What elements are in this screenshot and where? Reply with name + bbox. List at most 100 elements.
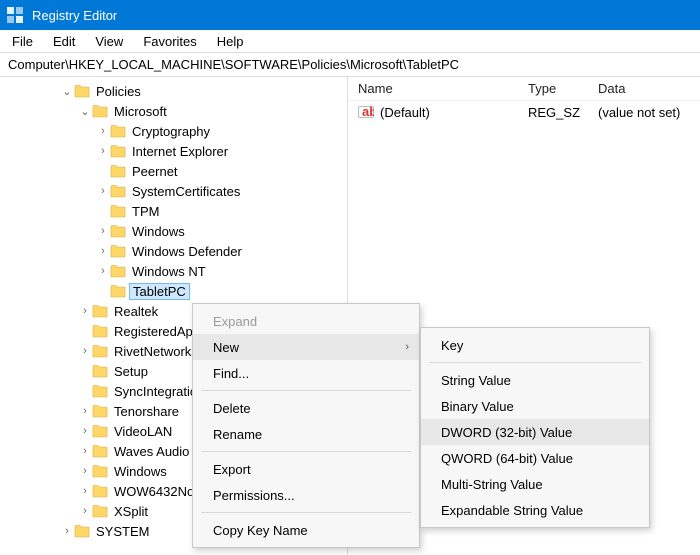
chevron-right-icon[interactable]: › <box>96 265 110 277</box>
app-title: Registry Editor <box>32 8 117 23</box>
address-input[interactable] <box>6 56 694 73</box>
chevron-down-icon[interactable]: ⌄ <box>78 105 92 118</box>
submenu-item[interactable]: QWORD (64-bit) Value <box>421 445 649 471</box>
folder-icon <box>110 144 126 158</box>
list-row[interactable]: ab (Default) REG_SZ (value not set) <box>348 101 700 123</box>
tree-node[interactable]: ›Windows <box>0 221 347 241</box>
context-menu-item[interactable]: Permissions... <box>193 482 419 508</box>
chevron-right-icon[interactable]: › <box>96 145 110 157</box>
folder-icon <box>92 304 108 318</box>
svg-text:ab: ab <box>362 104 374 119</box>
menu-item-label: Expand <box>213 314 257 329</box>
context-menu-item[interactable]: Export <box>193 456 419 482</box>
tree-node-label: VideoLAN <box>112 424 174 439</box>
tree-node[interactable]: ›Windows NT <box>0 261 347 281</box>
folder-icon <box>92 364 108 378</box>
tree-node[interactable]: ›TPM <box>0 201 347 221</box>
menu-separator <box>201 390 411 391</box>
chevron-right-icon[interactable]: › <box>78 345 92 357</box>
submenu-item[interactable]: String Value <box>421 367 649 393</box>
submenu-item[interactable]: DWORD (32-bit) Value <box>421 419 649 445</box>
tree-node[interactable]: ›TabletPC <box>0 281 347 301</box>
tree-node-label: Cryptography <box>130 124 212 139</box>
chevron-down-icon[interactable]: ⌄ <box>60 85 74 98</box>
folder-icon <box>92 404 108 418</box>
folder-icon <box>74 84 90 98</box>
chevron-right-icon[interactable]: › <box>96 225 110 237</box>
tree-node[interactable]: ⌄Policies <box>0 81 347 101</box>
value-type: REG_SZ <box>518 105 588 120</box>
menu-bar: File Edit View Favorites Help <box>0 30 700 53</box>
menu-favorites[interactable]: Favorites <box>135 32 204 51</box>
context-menu-item[interactable]: New› <box>193 334 419 360</box>
tree-node-label: SYSTEM <box>94 524 151 539</box>
menu-item-label: Multi-String Value <box>441 477 543 492</box>
chevron-right-icon[interactable]: › <box>78 425 92 437</box>
menu-item-label: Delete <box>213 401 251 416</box>
tree-node-label: WOW6432Nod <box>112 484 203 499</box>
chevron-right-icon[interactable]: › <box>96 245 110 257</box>
tree-node-label: TPM <box>130 204 161 219</box>
value-data: (value not set) <box>588 105 700 120</box>
list-header: Name Type Data <box>348 77 700 101</box>
menu-item-label: Export <box>213 462 251 477</box>
tree-node[interactable]: ›Peernet <box>0 161 347 181</box>
app-icon <box>6 6 24 24</box>
submenu-item[interactable]: Expandable String Value <box>421 497 649 523</box>
folder-icon <box>92 484 108 498</box>
menu-separator <box>201 451 411 452</box>
tree-node[interactable]: ›Windows Defender <box>0 241 347 261</box>
menu-item-label: Find... <box>213 366 249 381</box>
context-submenu-new: Key String Value Binary Value DWORD (32-bit… <box>420 327 650 528</box>
tree-node-label: Microsoft <box>112 104 169 119</box>
tree-node[interactable]: ›SystemCertificates <box>0 181 347 201</box>
context-menu-item: Expand <box>193 308 419 334</box>
context-menu-item[interactable]: Copy Key Name <box>193 517 419 543</box>
menu-item-label: Rename <box>213 427 262 442</box>
menu-item-label: QWORD (64-bit) Value <box>441 451 573 466</box>
tree-node-label: Realtek <box>112 304 160 319</box>
chevron-right-icon[interactable]: › <box>96 185 110 197</box>
menu-edit[interactable]: Edit <box>45 32 83 51</box>
column-type[interactable]: Type <box>518 81 588 96</box>
menu-separator <box>201 512 411 513</box>
chevron-right-icon[interactable]: › <box>96 125 110 137</box>
tree-node-label: Internet Explorer <box>130 144 230 159</box>
menu-help[interactable]: Help <box>209 32 252 51</box>
column-name[interactable]: Name <box>348 81 518 96</box>
context-menu-item[interactable]: Delete <box>193 395 419 421</box>
tree-node[interactable]: › Cryptography <box>0 121 347 141</box>
menu-file[interactable]: File <box>4 32 41 51</box>
chevron-right-icon[interactable]: › <box>78 445 92 457</box>
tree-node-label: Setup <box>112 364 150 379</box>
context-menu-item[interactable]: Rename <box>193 421 419 447</box>
tree-node[interactable]: › Internet Explorer <box>0 141 347 161</box>
chevron-right-icon[interactable]: › <box>78 305 92 317</box>
value-name: (Default) <box>380 105 430 120</box>
menu-item-label: String Value <box>441 373 511 388</box>
chevron-right-icon[interactable]: › <box>78 465 92 477</box>
column-data[interactable]: Data <box>588 81 700 96</box>
menu-item-label: Copy Key Name <box>213 523 308 538</box>
menu-view[interactable]: View <box>87 32 131 51</box>
menu-item-label: Permissions... <box>213 488 295 503</box>
tree-node[interactable]: ⌄ Microsoft <box>0 101 347 121</box>
context-menu-item[interactable]: Find... <box>193 360 419 386</box>
tree-node-label: Waves Audio <box>112 444 191 459</box>
chevron-right-icon[interactable]: › <box>78 405 92 417</box>
string-value-icon: ab <box>358 104 374 120</box>
chevron-right-icon[interactable]: › <box>60 525 74 537</box>
folder-icon <box>110 284 126 298</box>
address-bar <box>0 53 700 77</box>
submenu-item[interactable]: Key <box>421 332 649 358</box>
menu-item-label: DWORD (32-bit) Value <box>441 425 572 440</box>
folder-icon <box>92 384 108 398</box>
tree-node-label: RivetNetworks <box>112 344 200 359</box>
chevron-right-icon[interactable]: › <box>78 505 92 517</box>
menu-separator <box>429 362 641 363</box>
folder-icon <box>110 184 126 198</box>
folder-icon <box>92 444 108 458</box>
submenu-item[interactable]: Binary Value <box>421 393 649 419</box>
chevron-right-icon[interactable]: › <box>78 485 92 497</box>
submenu-item[interactable]: Multi-String Value <box>421 471 649 497</box>
